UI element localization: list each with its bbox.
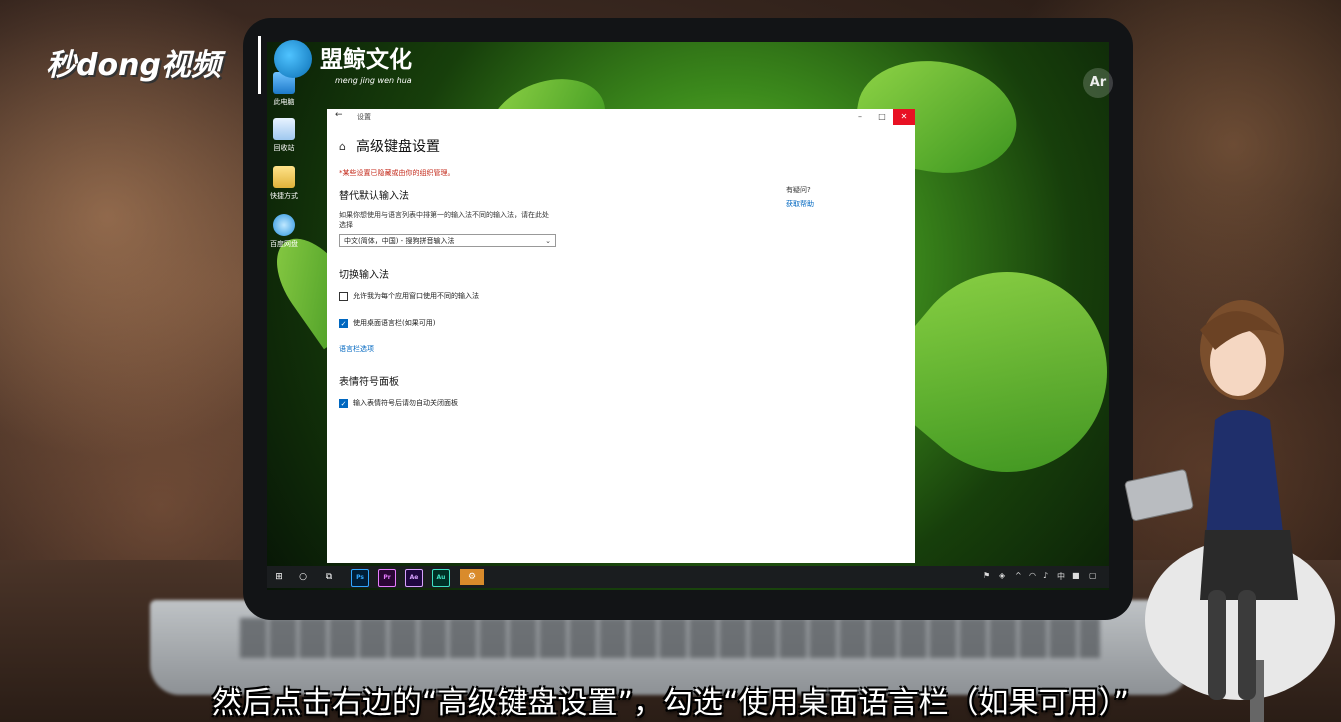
section-heading-emoji: 表情符号面板 bbox=[339, 377, 399, 388]
vest-shape bbox=[1205, 410, 1285, 550]
home-icon[interactable]: ⌂ bbox=[339, 140, 346, 153]
desktop-icon-shortcut[interactable]: 快捷方式 bbox=[267, 166, 308, 201]
desktop-language-bar-checkbox[interactable]: ✓ 使用桌面语言栏(如果可用) bbox=[339, 318, 435, 328]
page-header: ⌂ 高级键盘设置 bbox=[339, 136, 440, 156]
managed-warning: *某些设置已隐藏或由你的组织管理。 bbox=[339, 169, 455, 177]
close-button[interactable]: ✕ bbox=[893, 109, 915, 125]
maximize-button[interactable]: □ bbox=[871, 109, 893, 125]
logo-divider bbox=[258, 36, 261, 94]
task-view-icon[interactable]: ⧉ bbox=[321, 569, 337, 585]
section-heading-switch-input: 切换输入法 bbox=[339, 270, 389, 281]
folder-icon bbox=[273, 166, 295, 188]
language-bar-options-link[interactable]: 语言栏选项 bbox=[339, 344, 374, 354]
video-subtitle: 然后点击右边的“高级键盘设置”，勾选“使用桌面语言栏（如果可用）” bbox=[211, 686, 1130, 721]
chevron-down-icon: ⌄ bbox=[545, 237, 551, 245]
baidu-netdisk-icon bbox=[273, 214, 295, 236]
premiere-icon[interactable]: Pr bbox=[378, 569, 396, 587]
skirt-shape bbox=[1200, 530, 1298, 600]
tray-person-icon[interactable]: ⚑ bbox=[983, 571, 990, 580]
tray-chevron-icon[interactable]: ^ bbox=[1015, 571, 1022, 580]
tray-wifi-icon[interactable]: ◠ bbox=[1029, 571, 1036, 580]
emoji-panel-checkbox[interactable]: ✓ 输入表情符号后请勿自动关闭面板 bbox=[339, 398, 458, 408]
notification-icon[interactable]: ▢ bbox=[1089, 571, 1097, 580]
logo-right-subtitle: meng jing wen hua bbox=[335, 76, 412, 85]
tray-app-icon[interactable]: ■ bbox=[1072, 571, 1080, 580]
tablet-shape bbox=[1124, 469, 1194, 521]
title-bar: ← 设置 – □ ✕ bbox=[327, 109, 915, 125]
section-heading-default-input: 替代默认输入法 bbox=[339, 191, 409, 202]
windows-icon[interactable]: ⊞ bbox=[271, 569, 287, 585]
whale-logo-icon bbox=[274, 40, 312, 78]
get-help-link[interactable]: 获取帮助 bbox=[786, 199, 814, 209]
settings-window: ← 设置 – □ ✕ ⌂ 高级键盘设置 *某些设置已隐藏或由你的组织管理。 替代… bbox=[327, 109, 915, 563]
recycle-bin-icon bbox=[273, 118, 295, 140]
checkbox-checked[interactable]: ✓ bbox=[339, 318, 348, 328]
back-arrow-icon[interactable]: ← bbox=[335, 110, 343, 120]
logo-left: 秒dong视频 bbox=[46, 48, 221, 83]
after-effects-icon[interactable]: Ae bbox=[405, 569, 423, 587]
window-title: 设置 bbox=[357, 113, 371, 121]
tray-volume-icon[interactable]: ♪ bbox=[1043, 571, 1048, 580]
logo-right: 盟鲸文化 bbox=[320, 47, 412, 73]
desktop-icon-baidu[interactable]: 百度网盘 bbox=[267, 214, 308, 249]
settings-app-icon[interactable]: ⚙ bbox=[460, 569, 484, 585]
per-app-input-checkbox[interactable]: 允许我为每个应用窗口使用不同的输入法 bbox=[339, 291, 479, 301]
checkbox-checked[interactable]: ✓ bbox=[339, 398, 348, 408]
desktop-icon-recycle-bin[interactable]: 回收站 bbox=[267, 118, 308, 153]
checkbox-unchecked[interactable] bbox=[339, 291, 348, 301]
page-title: 高级键盘设置 bbox=[355, 139, 440, 155]
audition-icon[interactable]: Au bbox=[432, 569, 450, 587]
tray-ime-icon[interactable]: 中 bbox=[1057, 571, 1065, 582]
tray-network-icon[interactable]: ◈ bbox=[999, 571, 1005, 580]
photoshop-icon[interactable]: Ps bbox=[351, 569, 369, 587]
taskbar: ⊞ ○ ⧉ Ps Pr Ae Au ⚙ ⚑ ◈ ^ ◠ ♪ 中 ■ ▢ bbox=[267, 566, 1109, 588]
default-input-description: 如果你想使用与语言列表中排第一的输入法不同的输入法，请在此处选择 bbox=[339, 211, 549, 229]
help-question: 有疑问? bbox=[786, 186, 811, 194]
presenter-avatar bbox=[1124, 300, 1335, 722]
laptop-keyboard bbox=[240, 618, 1100, 658]
cortana-icon[interactable]: ○ bbox=[295, 569, 311, 585]
minimize-button[interactable]: – bbox=[849, 109, 871, 125]
default-input-dropdown[interactable]: 中文(简体，中国) - 搜狗拼音输入法 ⌄ bbox=[339, 234, 556, 247]
corner-badge: Ar bbox=[1083, 68, 1113, 98]
